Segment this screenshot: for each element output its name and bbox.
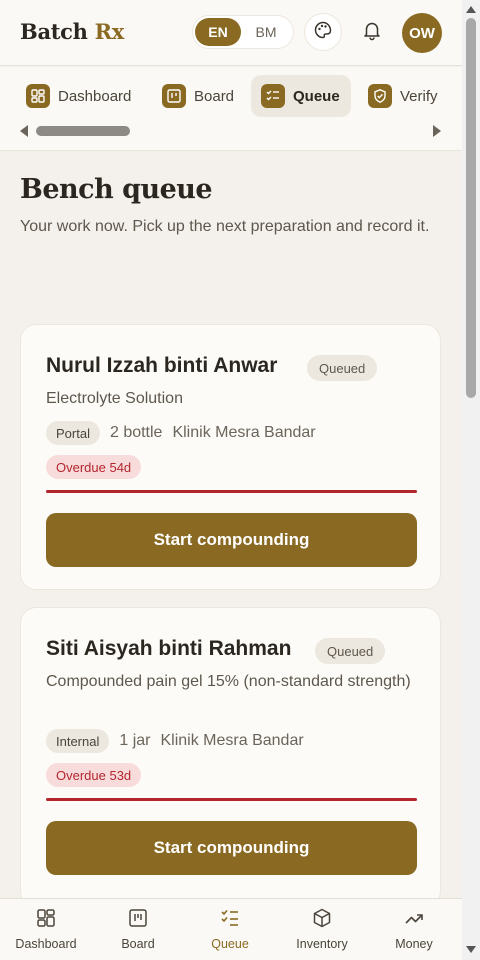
order-meta: Portal 2 bottle Klinik Mesra Bandar xyxy=(46,421,316,445)
nav-board-label: Board xyxy=(121,937,155,951)
overdue-badge: Overdue 53d xyxy=(46,763,142,787)
top-bar: Batch Rx EN BM OW xyxy=(0,0,462,66)
palette-icon xyxy=(313,20,333,45)
queue-card: Siti Aisyah binti Rahman Queued Compound… xyxy=(20,607,441,907)
language-en-button[interactable]: EN xyxy=(195,18,241,46)
queue-card: Nurul Izzah binti Anwar Queued Electroly… xyxy=(20,324,441,590)
trend-icon xyxy=(403,907,425,932)
dashboard-icon xyxy=(35,907,57,932)
scroll-left-arrow[interactable] xyxy=(20,125,28,137)
board-icon xyxy=(127,907,149,932)
nav-queue-label: Queue xyxy=(211,937,249,951)
quantity: 2 bottle xyxy=(109,424,163,441)
nav-board[interactable]: Board xyxy=(92,907,184,951)
scroll-right-arrow[interactable] xyxy=(433,125,441,137)
page-title: Bench queue xyxy=(20,174,213,205)
queue-icon xyxy=(219,907,241,932)
tab-board-label: Board xyxy=(194,87,235,105)
status-badge: Queued xyxy=(307,355,378,381)
overdue-rule xyxy=(46,798,417,801)
box-icon xyxy=(311,907,333,932)
page-scrollbar[interactable] xyxy=(462,0,480,960)
source-badge: Portal xyxy=(46,421,100,445)
bell-icon xyxy=(361,19,383,46)
start-compounding-button[interactable]: Start compounding xyxy=(46,513,417,567)
nav-inventory[interactable]: Inventory xyxy=(276,907,368,951)
clinic-name: Klinik Mesra Bandar xyxy=(160,732,304,749)
patient-name: Nurul Izzah binti Anwar xyxy=(46,354,278,377)
shield-icon xyxy=(368,84,392,108)
brand-logo[interactable]: Batch Rx xyxy=(20,19,124,44)
tab-scrollbar-thumb[interactable] xyxy=(36,126,130,136)
tab-dashboard-label: Dashboard xyxy=(58,87,132,105)
user-avatar[interactable]: OW xyxy=(402,13,442,53)
page-scrollbar-thumb[interactable] xyxy=(466,18,476,398)
quantity: 1 jar xyxy=(119,732,151,749)
tab-verify-label: Verify xyxy=(400,87,438,105)
language-toggle: EN BM xyxy=(192,15,294,49)
queue-icon xyxy=(261,84,285,108)
patient-name: Siti Aisyah binti Rahman xyxy=(46,637,292,660)
tab-queue-label: Queue xyxy=(293,87,340,105)
status-badge: Queued xyxy=(315,638,386,664)
app: Batch Rx EN BM OW Dashboard Board Queue … xyxy=(0,0,462,960)
tab-queue[interactable]: Queue xyxy=(251,75,351,117)
language-bm-button[interactable]: BM xyxy=(243,18,289,46)
notifications-button[interactable] xyxy=(353,13,391,51)
overdue-rule xyxy=(46,490,417,493)
nav-queue[interactable]: Queue xyxy=(184,907,276,951)
nav-dashboard[interactable]: Dashboard xyxy=(0,907,92,951)
nav-money-label: Money xyxy=(395,937,433,951)
dashboard-icon xyxy=(26,84,50,108)
brand-name: Batch xyxy=(20,19,95,44)
tab-dashboard[interactable]: Dashboard xyxy=(16,75,144,117)
source-badge: Internal xyxy=(46,729,110,753)
page-subtitle: Your work now. Pick up the next preparat… xyxy=(20,218,430,235)
brand-accent: Rx xyxy=(94,19,125,44)
nav-dashboard-label: Dashboard xyxy=(15,937,77,951)
overdue-badge: Overdue 54d xyxy=(46,455,142,479)
theme-button[interactable] xyxy=(304,13,342,51)
order-meta: Internal 1 jar Klinik Mesra Bandar xyxy=(46,729,304,753)
scroll-up-arrow[interactable] xyxy=(466,6,476,13)
section-tabs: Dashboard Board Queue Verify xyxy=(0,67,462,151)
product-name: Compounded pain gel 15% (non-standard st… xyxy=(46,673,411,690)
scroll-down-arrow[interactable] xyxy=(466,946,476,953)
start-compounding-button[interactable]: Start compounding xyxy=(46,821,417,875)
clinic-name: Klinik Mesra Bandar xyxy=(172,424,316,441)
nav-money[interactable]: Money xyxy=(368,907,460,951)
tab-verify[interactable]: Verify xyxy=(358,75,458,117)
nav-inventory-label: Inventory xyxy=(296,937,348,951)
board-icon xyxy=(162,84,186,108)
tab-board[interactable]: Board xyxy=(152,75,242,117)
product-name: Electrolyte Solution xyxy=(46,390,183,407)
bottom-nav: Dashboard Board Queue Inventory Money xyxy=(0,898,462,960)
